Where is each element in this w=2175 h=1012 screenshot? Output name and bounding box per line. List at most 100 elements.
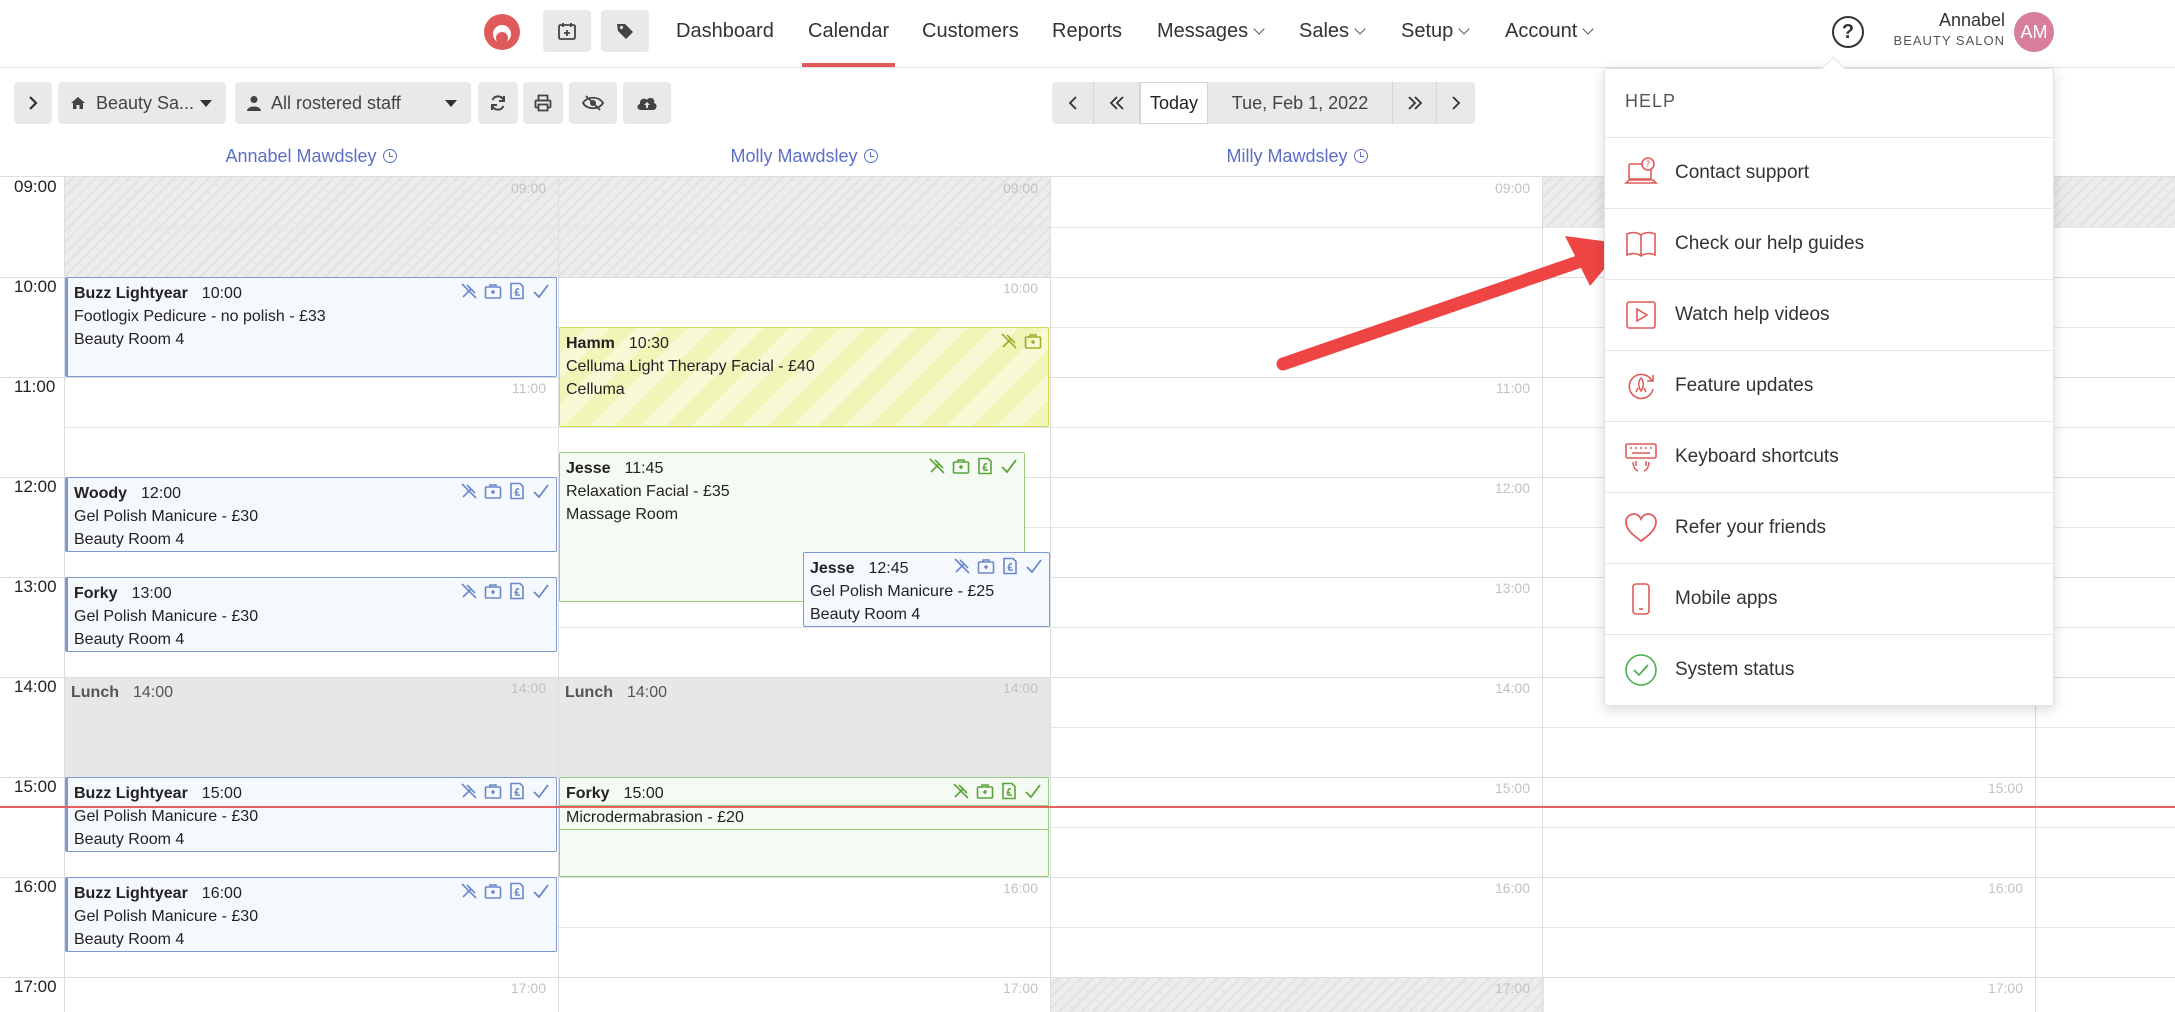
nav-dashboard[interactable]: Dashboard	[676, 20, 774, 43]
next-week-button[interactable]	[1393, 82, 1437, 124]
appointment-service: Gel Polish Manicure - £30	[74, 908, 259, 925]
user-name[interactable]: Annabel	[1939, 10, 2005, 31]
user-salon[interactable]: BEAUTY SALON	[1894, 33, 2005, 48]
nav-sales[interactable]: Sales	[1299, 20, 1366, 43]
location-select-value: Beauty Sa...	[96, 92, 195, 113]
new-sale-button[interactable]	[601, 10, 649, 52]
appointment-service: Microdermabrasion - £20	[560, 805, 1048, 829]
help-item-system-status[interactable]: System status	[1605, 634, 2053, 705]
staff-column-header[interactable]: Annabel Mawdsley	[64, 136, 558, 176]
nav-account[interactable]: Account	[1505, 20, 1594, 43]
appointment-status-icons	[928, 457, 1018, 475]
help-item-contact-support[interactable]: ? Contact support	[1605, 137, 2053, 208]
payment-icon	[508, 482, 526, 500]
appointment-customer: Buzz Lightyear	[74, 785, 188, 802]
clock-icon	[382, 149, 397, 163]
date-picker[interactable]: Tue, Feb 1, 2022	[1208, 82, 1393, 124]
staff-filter-select[interactable]: All rostered staff	[235, 82, 471, 124]
chevron-down-icon	[1582, 23, 1594, 35]
slot-time-label: 17:00	[1002, 980, 1038, 996]
appointment-card[interactable]: Buzz Lightyear 15:00 Gel Polish Manicure …	[65, 777, 557, 852]
staff-column-header[interactable]: Molly Mawdsley	[558, 136, 1050, 176]
appointment-card[interactable]: Forky 15:00 Microdermabrasion - £20	[559, 777, 1049, 877]
hour-label: 11:00	[14, 377, 56, 396]
cloud-upload-button[interactable]	[623, 82, 671, 124]
slot-time-label: 16:00	[1494, 880, 1530, 896]
appointment-time: 15:00	[623, 785, 664, 802]
help-item-refer-friends[interactable]: Refer your friends	[1605, 492, 2053, 563]
grid-column-line	[1542, 177, 1543, 1012]
help-item-mobile-apps[interactable]: Mobile apps	[1605, 563, 2053, 634]
slot-time-label: 15:00	[1494, 780, 1530, 796]
chevron-right-icon	[1452, 96, 1461, 110]
tag-icon	[617, 24, 633, 39]
chevron-down-icon	[1253, 23, 1265, 35]
location-select[interactable]: Beauty Sa...	[58, 82, 226, 124]
appointment-time: 15:00	[201, 785, 242, 802]
help-item-label: Mobile apps	[1675, 588, 1778, 609]
grid-hour-line	[0, 977, 2175, 978]
briefcase-icon	[1024, 332, 1042, 350]
nav-reports[interactable]: Reports	[1052, 20, 1122, 43]
avatar[interactable]: AM	[2014, 12, 2054, 52]
toggle-visibility-button[interactable]	[569, 82, 617, 124]
print-icon	[534, 94, 552, 112]
nav-customers[interactable]: Customers	[922, 20, 1019, 43]
refresh-button[interactable]	[478, 82, 518, 124]
rocket-refresh-icon	[1623, 368, 1659, 404]
help-question-icon[interactable]: ?	[1832, 16, 1864, 48]
refresh-icon	[491, 95, 505, 111]
new-appointment-button[interactable]	[543, 10, 591, 52]
briefcase-icon	[484, 582, 502, 600]
chevron-down-icon	[1458, 23, 1470, 35]
nav-calendar[interactable]: Calendar	[801, 20, 896, 67]
appointment-card[interactable]: Woody 12:00 Gel Polish Manicure - £30 Bea…	[65, 477, 557, 552]
appointment-room: Beauty Room 4	[74, 531, 185, 548]
briefcase-icon	[484, 782, 502, 800]
payment-icon	[508, 782, 526, 800]
previous-week-button[interactable]	[1094, 82, 1140, 124]
lunch-break[interactable]: Lunch 14:00	[559, 677, 1049, 707]
today-button[interactable]: Today	[1140, 82, 1208, 124]
help-item-help-videos[interactable]: Watch help videos	[1605, 279, 2053, 350]
break-time: 14:00	[627, 684, 668, 701]
support-laptop-icon: ?	[1623, 155, 1659, 191]
nav-messages-label: Messages	[1157, 20, 1249, 42]
appointment-service: Gel Polish Manicure - £25	[810, 583, 995, 600]
expand-sidebar-button[interactable]	[14, 82, 52, 124]
nav-messages[interactable]: Messages	[1157, 20, 1265, 43]
appointment-time: 11:45	[624, 460, 664, 477]
appointment-time: 10:30	[628, 335, 669, 352]
help-item-keyboard-shortcuts[interactable]: Keyboard shortcuts	[1605, 421, 2053, 492]
slot-time-label: 16:00	[1987, 880, 2023, 896]
appointment-card[interactable]: Buzz Lightyear 16:00 Gel Polish Manicure …	[65, 877, 557, 952]
check-icon	[532, 482, 550, 500]
appointment-card[interactable]: Jesse 12:45 Gel Polish Manicure - £25 Bea…	[803, 552, 1050, 627]
print-button[interactable]	[523, 82, 563, 124]
slot-time-label: 09:00	[1494, 180, 1530, 196]
next-day-button[interactable]	[1437, 82, 1475, 124]
payment-icon	[508, 582, 526, 600]
help-item-help-guides[interactable]: Check our help guides	[1605, 208, 2053, 279]
appointment-status-icons	[460, 482, 550, 500]
appointment-status-icons	[460, 882, 550, 900]
payment-icon	[1000, 782, 1018, 800]
book-icon	[1623, 226, 1659, 262]
nav-reports-label: Reports	[1052, 20, 1123, 42]
appointment-room: Celluma	[566, 381, 625, 398]
no-show-icon	[460, 582, 478, 600]
previous-day-button[interactable]	[1052, 82, 1094, 124]
video-play-icon	[1623, 297, 1659, 333]
help-item-feature-updates[interactable]: Feature updates	[1605, 350, 2053, 421]
appointment-card[interactable]: Forky 13:00 Gel Polish Manicure - £30 Bea…	[65, 577, 557, 652]
appointment-card[interactable]: Hamm 10:30 Celluma Light Therapy Facial -…	[559, 327, 1049, 427]
lunch-break[interactable]: Lunch 14:00	[65, 677, 557, 707]
appointment-card[interactable]: Buzz Lightyear 10:00 Footlogix Pedicure -…	[65, 277, 557, 377]
app-logo-icon[interactable]	[482, 12, 522, 52]
grid-column-line	[1050, 177, 1051, 1012]
appointment-status-icons	[460, 582, 550, 600]
hour-label: 16:00	[14, 877, 57, 896]
nav-setup[interactable]: Setup	[1401, 20, 1470, 43]
mobile-phone-icon	[1623, 581, 1659, 617]
staff-column-header[interactable]: Milly Mawdsley	[1050, 136, 1544, 176]
